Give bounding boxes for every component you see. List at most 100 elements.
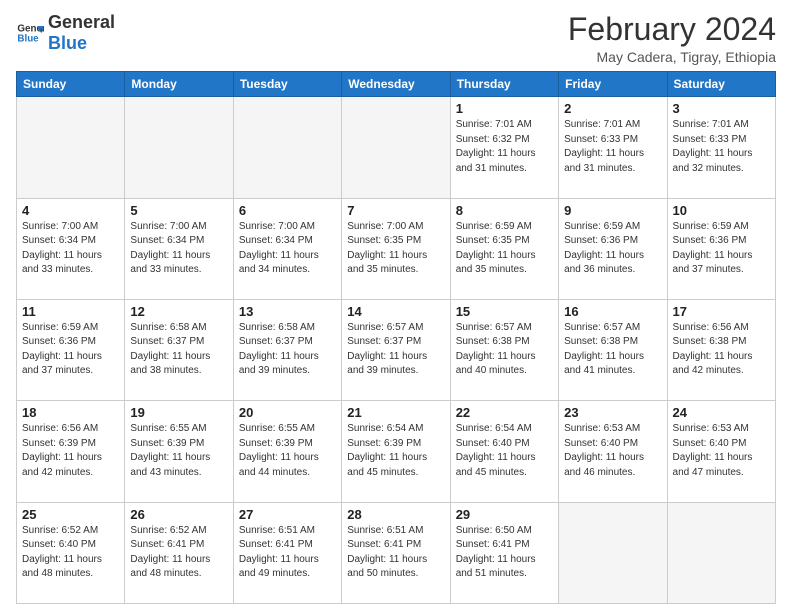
location: May Cadera, Tigray, Ethiopia [568, 49, 776, 65]
table-cell [125, 97, 233, 198]
day-info: Sunrise: 6:53 AM Sunset: 6:40 PM Dayligh… [673, 422, 770, 480]
table-cell: 28 Sunrise: 6:51 AM Sunset: 6:41 PM Dayli… [342, 502, 450, 603]
day-number: 13 [239, 304, 336, 319]
day-number: 11 [22, 304, 119, 319]
table-cell: 12 Sunrise: 6:58 AM Sunset: 6:37 PM Dayli… [125, 299, 233, 400]
day-info: Sunrise: 7:00 AM Sunset: 6:35 PM Dayligh… [347, 220, 444, 278]
col-saturday: Saturday [667, 72, 775, 97]
day-number: 12 [130, 304, 227, 319]
table-cell: 7 Sunrise: 7:00 AM Sunset: 6:35 PM Daylig… [342, 198, 450, 299]
day-info: Sunrise: 6:57 AM Sunset: 6:38 PM Dayligh… [456, 321, 553, 379]
day-number: 24 [673, 405, 770, 420]
day-info: Sunrise: 6:55 AM Sunset: 6:39 PM Dayligh… [239, 422, 336, 480]
day-info: Sunrise: 7:01 AM Sunset: 6:32 PM Dayligh… [456, 118, 553, 176]
table-cell: 15 Sunrise: 6:57 AM Sunset: 6:38 PM Dayli… [450, 299, 558, 400]
day-number: 26 [130, 507, 227, 522]
table-cell: 22 Sunrise: 6:54 AM Sunset: 6:40 PM Dayli… [450, 401, 558, 502]
day-number: 15 [456, 304, 553, 319]
day-info: Sunrise: 6:57 AM Sunset: 6:37 PM Dayligh… [347, 321, 444, 379]
day-number: 6 [239, 203, 336, 218]
day-info: Sunrise: 6:50 AM Sunset: 6:41 PM Dayligh… [456, 524, 553, 582]
day-number: 14 [347, 304, 444, 319]
top-header: General Blue General Blue February 2024 … [16, 12, 776, 65]
table-cell: 6Sunrise: 7:00 AM Sunset: 6:34 PM Daylig… [233, 198, 341, 299]
calendar-header-row: Sunday Monday Tuesday Wednesday Thursday… [17, 72, 776, 97]
day-number: 9 [564, 203, 661, 218]
day-info: Sunrise: 6:53 AM Sunset: 6:40 PM Dayligh… [564, 422, 661, 480]
day-number: 8 [456, 203, 553, 218]
table-cell: 20 Sunrise: 6:55 AM Sunset: 6:39 PM Dayli… [233, 401, 341, 502]
table-cell: 10 Sunrise: 6:59 AM Sunset: 6:36 PM Dayli… [667, 198, 775, 299]
day-number: 18 [22, 405, 119, 420]
day-info: Sunrise: 6:58 AM Sunset: 6:37 PM Dayligh… [130, 321, 227, 379]
logo-text-general: General [48, 12, 115, 33]
table-cell [233, 97, 341, 198]
calendar-table: Sunday Monday Tuesday Wednesday Thursday… [16, 71, 776, 604]
month-title: February 2024 [568, 12, 776, 47]
table-cell: 21 Sunrise: 6:54 AM Sunset: 6:39 PM Dayli… [342, 401, 450, 502]
day-number: 7 [347, 203, 444, 218]
col-monday: Monday [125, 72, 233, 97]
day-number: 3 [673, 101, 770, 116]
col-friday: Friday [559, 72, 667, 97]
table-cell: 24 Sunrise: 6:53 AM Sunset: 6:40 PM Dayli… [667, 401, 775, 502]
day-number: 1 [456, 101, 553, 116]
table-cell: 13Sunrise: 6:58 AM Sunset: 6:37 PM Dayli… [233, 299, 341, 400]
table-cell: 17 Sunrise: 6:56 AM Sunset: 6:38 PM Dayli… [667, 299, 775, 400]
day-number: 28 [347, 507, 444, 522]
table-cell: 3 Sunrise: 7:01 AM Sunset: 6:33 PM Daylig… [667, 97, 775, 198]
week-row-0: 1 Sunrise: 7:01 AM Sunset: 6:32 PM Daylig… [17, 97, 776, 198]
table-cell: 1 Sunrise: 7:01 AM Sunset: 6:32 PM Daylig… [450, 97, 558, 198]
col-tuesday: Tuesday [233, 72, 341, 97]
day-number: 21 [347, 405, 444, 420]
day-number: 22 [456, 405, 553, 420]
table-cell: 29 Sunrise: 6:50 AM Sunset: 6:41 PM Dayli… [450, 502, 558, 603]
table-cell [17, 97, 125, 198]
header-right: February 2024 May Cadera, Tigray, Ethiop… [568, 12, 776, 65]
table-cell [342, 97, 450, 198]
day-info: Sunrise: 6:56 AM Sunset: 6:39 PM Dayligh… [22, 422, 119, 480]
col-thursday: Thursday [450, 72, 558, 97]
day-number: 23 [564, 405, 661, 420]
day-info: Sunrise: 6:59 AM Sunset: 6:36 PM Dayligh… [673, 220, 770, 278]
day-info: Sunrise: 6:52 AM Sunset: 6:40 PM Dayligh… [22, 524, 119, 582]
table-cell: 5 Sunrise: 7:00 AM Sunset: 6:34 PM Daylig… [125, 198, 233, 299]
day-info: Sunrise: 6:59 AM Sunset: 6:35 PM Dayligh… [456, 220, 553, 278]
day-info: Sunrise: 6:55 AM Sunset: 6:39 PM Dayligh… [130, 422, 227, 480]
table-cell: 8 Sunrise: 6:59 AM Sunset: 6:35 PM Daylig… [450, 198, 558, 299]
week-row-2: 11 Sunrise: 6:59 AM Sunset: 6:36 PM Dayli… [17, 299, 776, 400]
page: General Blue General Blue February 2024 … [0, 0, 792, 612]
day-info: Sunrise: 7:01 AM Sunset: 6:33 PM Dayligh… [564, 118, 661, 176]
table-cell: 25 Sunrise: 6:52 AM Sunset: 6:40 PM Dayli… [17, 502, 125, 603]
day-number: 25 [22, 507, 119, 522]
table-cell: 18 Sunrise: 6:56 AM Sunset: 6:39 PM Dayli… [17, 401, 125, 502]
day-info: Sunrise: 6:57 AM Sunset: 6:38 PM Dayligh… [564, 321, 661, 379]
day-number: 29 [456, 507, 553, 522]
day-number: 17 [673, 304, 770, 319]
table-cell: 14 Sunrise: 6:57 AM Sunset: 6:37 PM Dayli… [342, 299, 450, 400]
day-info: Sunrise: 6:54 AM Sunset: 6:39 PM Dayligh… [347, 422, 444, 480]
day-number: 10 [673, 203, 770, 218]
table-cell: 9 Sunrise: 6:59 AM Sunset: 6:36 PM Daylig… [559, 198, 667, 299]
day-number: 5 [130, 203, 227, 218]
day-info: Sunrise: 6:54 AM Sunset: 6:40 PM Dayligh… [456, 422, 553, 480]
table-cell: 4Sunrise: 7:00 AM Sunset: 6:34 PM Daylig… [17, 198, 125, 299]
col-wednesday: Wednesday [342, 72, 450, 97]
day-info: Sunrise: 7:01 AM Sunset: 6:33 PM Dayligh… [673, 118, 770, 176]
day-info: Sunrise: 7:00 AM Sunset: 6:34 PM Dayligh… [130, 220, 227, 278]
day-info: Sunrise: 6:51 AM Sunset: 6:41 PM Dayligh… [347, 524, 444, 582]
day-info: Sunrise: 6:56 AM Sunset: 6:38 PM Dayligh… [673, 321, 770, 379]
day-number: 20 [239, 405, 336, 420]
week-row-4: 25 Sunrise: 6:52 AM Sunset: 6:40 PM Dayli… [17, 502, 776, 603]
table-cell: 23 Sunrise: 6:53 AM Sunset: 6:40 PM Dayli… [559, 401, 667, 502]
table-cell: 2 Sunrise: 7:01 AM Sunset: 6:33 PM Daylig… [559, 97, 667, 198]
table-cell: 27Sunrise: 6:51 AM Sunset: 6:41 PM Dayli… [233, 502, 341, 603]
week-row-3: 18 Sunrise: 6:56 AM Sunset: 6:39 PM Dayli… [17, 401, 776, 502]
day-info: Sunrise: 6:59 AM Sunset: 6:36 PM Dayligh… [22, 321, 119, 379]
day-info: Sunrise: 7:00 AM Sunset: 6:34 PM Dayligh… [22, 220, 119, 278]
table-cell: 16 Sunrise: 6:57 AM Sunset: 6:38 PM Dayli… [559, 299, 667, 400]
day-number: 19 [130, 405, 227, 420]
day-number: 16 [564, 304, 661, 319]
day-number: 2 [564, 101, 661, 116]
day-info: Sunrise: 6:59 AM Sunset: 6:36 PM Dayligh… [564, 220, 661, 278]
